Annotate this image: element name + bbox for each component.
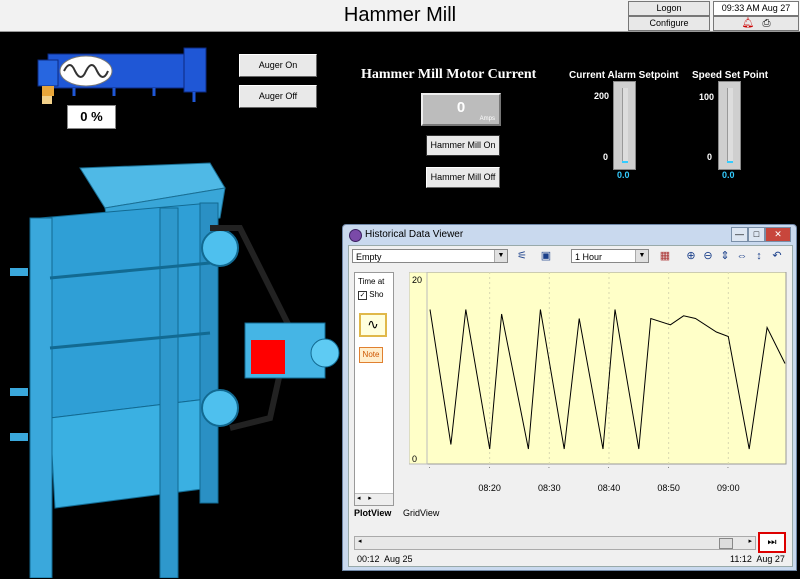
legend-scrollbar[interactable]: ◂ ▸ <box>355 493 393 505</box>
tagset-dropdown[interactable]: Empty ▼ <box>352 249 508 263</box>
motor-current-title: Hammer Mill Motor Current <box>361 67 537 82</box>
motor-current-unit: Amps <box>479 116 495 122</box>
x-tick-label: 08:30 <box>538 483 561 493</box>
maximize-button[interactable]: □ <box>748 227 765 242</box>
minimize-button[interactable]: — <box>731 227 748 242</box>
range-start-time: 00:12 Aug 25 <box>357 554 413 564</box>
tagset-value: Empty <box>356 252 382 262</box>
speed-setpoint-title: Speed Set Point <box>692 70 769 81</box>
chevron-down-icon: ▼ <box>635 250 648 262</box>
configure-button[interactable]: Configure <box>628 16 710 31</box>
zoom-in-icon[interactable]: ⊕ <box>684 249 698 263</box>
trend-line-icon[interactable]: ∿ <box>359 313 387 337</box>
clock-display: 09:33 AM Aug 27 <box>713 1 799 16</box>
printer-icon[interactable]: ⎙ <box>763 18 771 29</box>
time-label: Time at <box>358 277 385 286</box>
historical-data-viewer-window: Historical Data Viewer — □ ✕ Empty ▼ ⚟ ▣… <box>342 224 797 571</box>
slider-fill <box>622 161 628 163</box>
plot-area <box>409 272 787 465</box>
zoom-horizontal-icon[interactable]: ⇔ <box>735 249 749 263</box>
hammer-mill-machine-image <box>10 162 340 578</box>
x-tick-mark: ˙ <box>667 466 670 475</box>
x-tick-mark: ˙ <box>608 466 611 475</box>
filter-icon[interactable]: ⚟ <box>515 249 529 263</box>
speed-setpoint-max: 100 <box>699 92 715 102</box>
alarm-setpoint-max: 200 <box>594 91 610 101</box>
motor-status-indicator <box>251 340 285 374</box>
title-bar: Hammer Mill Logon Configure 09:33 AM Aug… <box>0 0 800 32</box>
x-tick-label: 09:00 <box>717 483 740 493</box>
x-tick-mark: ˙ <box>727 466 730 475</box>
show-checkbox[interactable]: ✓ Sho <box>358 290 383 300</box>
range-end-time: 11:12 Aug 27 <box>730 554 785 564</box>
x-tick-label: 08:20 <box>478 483 501 493</box>
x-tick-mark: ˙ <box>488 466 491 475</box>
time-range-scrollbar[interactable]: ◂ ▸ <box>354 536 756 550</box>
y-tick-label: 0 <box>412 454 417 464</box>
hammer-mill-on-button[interactable]: Hammer Mill On <box>426 135 500 156</box>
tab-plotview[interactable]: PlotView <box>354 508 391 518</box>
slider-track <box>727 88 733 161</box>
slider-track <box>622 88 628 161</box>
window-title: Historical Data Viewer <box>365 229 464 240</box>
auger-off-button[interactable]: Auger Off <box>239 85 317 108</box>
auger-on-button[interactable]: Auger On <box>239 54 317 77</box>
x-tick-label: 08:40 <box>598 483 621 493</box>
zoom-vertical-icon[interactable]: ⇕ <box>718 249 732 263</box>
duration-value: 1 Hour <box>575 252 603 262</box>
legend-panel: Time at ✓ Sho ∿ Note ◂ ▸ <box>354 272 394 506</box>
close-button[interactable]: ✕ <box>765 227 791 242</box>
speed-setpoint-slider[interactable] <box>718 81 741 170</box>
x-tick-mark: ˙ <box>548 466 551 475</box>
pan-vertical-icon[interactable]: ↕ <box>752 249 766 263</box>
note-button[interactable]: Note <box>359 347 383 363</box>
motor-current-display: 0 Amps <box>421 93 501 126</box>
alarm-setpoint-title: Current Alarm Setpoint <box>569 70 679 81</box>
scrollbar-thumb[interactable] <box>719 538 733 549</box>
app-icon <box>349 229 362 242</box>
undo-icon[interactable]: ↶ <box>770 249 784 263</box>
bell-icon[interactable]: 🔔︎ <box>741 18 754 29</box>
chevron-down-icon: ▼ <box>494 250 507 262</box>
speed-setpoint-value: 0.0 <box>722 170 735 180</box>
auger-percent-display: 0 % <box>67 105 116 129</box>
duration-dropdown[interactable]: 1 Hour ▼ <box>571 249 649 263</box>
status-icons: 🔔︎ ⎙ <box>713 16 799 31</box>
hammer-mill-off-button[interactable]: Hammer Mill Off <box>426 167 500 188</box>
motor-current-value: 0 <box>456 99 466 116</box>
viewer-body: Empty ▼ ⚟ ▣ 1 Hour ▼ ▦ ⊕ ⊖ ⇕ ⇔ ↕ ↶ Time … <box>348 245 793 567</box>
logon-button[interactable]: Logon <box>628 1 710 16</box>
show-label: Sho <box>369 290 384 299</box>
speed-setpoint-min: 0 <box>707 152 713 162</box>
alarm-setpoint-min: 0 <box>603 152 609 162</box>
trend-plot[interactable]: 20 0 <box>409 272 787 466</box>
alarm-setpoint-slider[interactable] <box>613 81 636 170</box>
x-tick-label: 08:50 <box>657 483 680 493</box>
go-to-end-button[interactable]: ⏭ <box>758 532 786 553</box>
tab-gridview[interactable]: GridView <box>403 508 439 518</box>
x-axis: ˙ 08:20 ˙ 08:30 ˙ 08:40 ˙ 08:50 ˙ 09:00 ˙ <box>429 466 740 493</box>
alarm-setpoint-value: 0.0 <box>617 170 630 180</box>
x-tick-mark: ˙ <box>429 466 432 475</box>
slider-fill <box>727 161 733 163</box>
scroll-right-icon[interactable]: ▸ <box>748 537 752 545</box>
checkbox-check-icon: ✓ <box>358 291 367 300</box>
grid-settings-icon[interactable]: ▦ <box>658 249 672 263</box>
y-axis-strip <box>409 272 428 465</box>
save-icon[interactable]: ▣ <box>539 249 553 263</box>
y-tick-label: 20 <box>412 275 422 285</box>
auger-conveyor-image <box>37 47 207 104</box>
zoom-out-icon[interactable]: ⊖ <box>701 249 715 263</box>
scroll-left-icon[interactable]: ◂ <box>358 537 362 545</box>
